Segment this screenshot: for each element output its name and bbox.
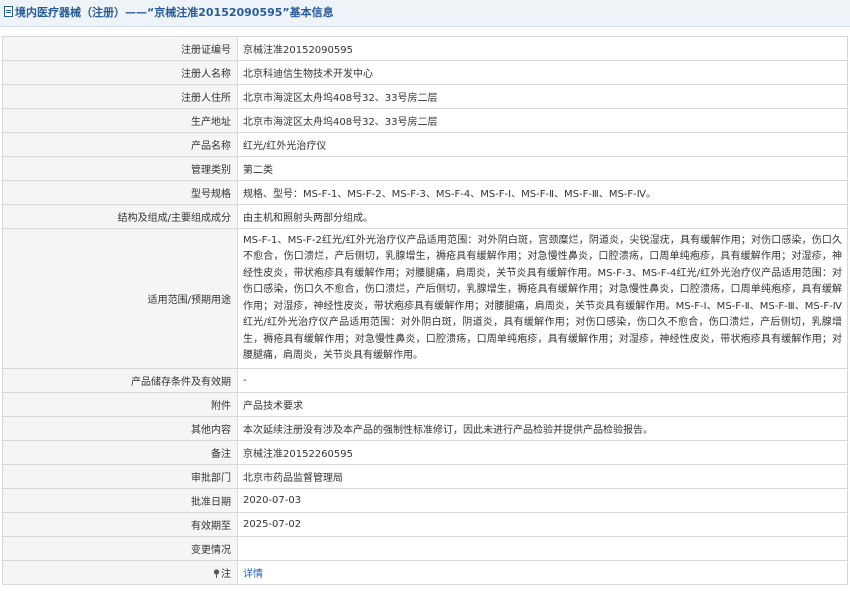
table-row-changes: 变更情况	[2, 536, 848, 561]
row-value: 京械注准20152090595	[237, 36, 848, 61]
table-row-registrant-name: 注册人名称 北京科迪信生物技术开发中心	[2, 60, 848, 85]
row-value: 北京市药品监督管理局	[237, 464, 848, 489]
row-value: 规格、型号：MS-F-1、MS-F-2、MS-F-3、MS-F-4、MS-F-Ⅰ…	[237, 180, 848, 205]
info-table-wrapper: 注册证编号 京械注准20152090595 注册人名称 北京科迪信生物技术开发中…	[0, 27, 850, 585]
row-label: 审批部门	[2, 464, 238, 489]
row-label: 备注	[2, 440, 238, 465]
table-row-approval-dept: 审批部门 北京市药品监督管理局	[2, 464, 848, 489]
table-row-registrant-address: 注册人住所 北京市海淀区太舟坞408号32、33号房二层	[2, 84, 848, 109]
table-row-approval-date: 批准日期 2020-07-03	[2, 488, 848, 513]
table-row-remarks: 备注 京械注准20152260595	[2, 440, 848, 465]
row-label: 结构及组成/主要组成成分	[2, 204, 238, 229]
row-value: 详情	[237, 560, 848, 585]
table-row-management-class: 管理类别 第二类	[2, 156, 848, 181]
table-row-product-name: 产品名称 红光/红外光治疗仪	[2, 132, 848, 157]
table-row-attachment: 附件 产品技术要求	[2, 392, 848, 417]
table-row-intended-use: 适用范围/预期用途 MS-F-1、MS-F-2红光/红外光治疗仪产品适用范围：对…	[2, 228, 848, 369]
table-row-storage: 产品储存条件及有效期 -	[2, 368, 848, 393]
row-label: 注册证编号	[2, 36, 238, 61]
table-row-production-address: 生产地址 北京市海淀区太舟坞408号32、33号房二层	[2, 108, 848, 133]
info-table: 注册证编号 京械注准20152090595 注册人名称 北京科迪信生物技术开发中…	[2, 36, 848, 585]
page-title: 境内医疗器械（注册）——“京械注准20152090595”基本信息	[15, 6, 334, 19]
row-value: 北京市海淀区太舟坞408号32、33号房二层	[237, 84, 848, 109]
table-row-registration-number: 注册证编号 京械注准20152090595	[2, 36, 848, 61]
row-value: 北京市海淀区太舟坞408号32、33号房二层	[237, 108, 848, 133]
row-label: 管理类别	[2, 156, 238, 181]
table-row-other-content: 其他内容 本次延续注册没有涉及本产品的强制性标准修订，因此未进行产品检验并提供产…	[2, 416, 848, 441]
row-value: 本次延续注册没有涉及本产品的强制性标准修订，因此未进行产品检验并提供产品检验报告…	[237, 416, 848, 441]
details-link[interactable]: 详情	[243, 569, 263, 580]
row-label: 附件	[2, 392, 238, 417]
row-value: 红光/红外光治疗仪	[237, 132, 848, 157]
page-title-bar: 境内医疗器械（注册）——“京械注准20152090595”基本信息	[0, 0, 850, 27]
table-row-note: 注 详情	[2, 560, 848, 585]
row-label: 其他内容	[2, 416, 238, 441]
row-value: 第二类	[237, 156, 848, 181]
pin-icon	[213, 569, 220, 578]
row-value: -	[237, 368, 848, 393]
row-label: 适用范围/预期用途	[2, 228, 238, 369]
row-label: 注册人住所	[2, 84, 238, 109]
row-value: 京械注准20152260595	[237, 440, 848, 465]
row-value	[237, 536, 848, 561]
table-row-model-spec: 型号规格 规格、型号：MS-F-1、MS-F-2、MS-F-3、MS-F-4、M…	[2, 180, 848, 205]
row-label: 变更情况	[2, 536, 238, 561]
row-label: 型号规格	[2, 180, 238, 205]
row-label: 有效期至	[2, 512, 238, 537]
table-row-valid-until: 有效期至 2025-07-02	[2, 512, 848, 537]
document-icon	[4, 6, 13, 17]
row-value: 北京科迪信生物技术开发中心	[237, 60, 848, 85]
row-value: MS-F-1、MS-F-2红光/红外光治疗仪产品适用范围：对外阴白斑，宫颈糜烂，…	[237, 228, 848, 369]
row-value: 2025-07-02	[237, 512, 848, 537]
row-value: 2020-07-03	[237, 488, 848, 513]
table-row-structure: 结构及组成/主要组成成分 由主机和照射头两部分组成。	[2, 204, 848, 229]
row-label: 批准日期	[2, 488, 238, 513]
row-value: 产品技术要求	[237, 392, 848, 417]
row-label: 注	[2, 560, 238, 585]
row-label: 注册人名称	[2, 60, 238, 85]
note-label: 注	[221, 569, 231, 580]
row-label: 生产地址	[2, 108, 238, 133]
row-label: 产品储存条件及有效期	[2, 368, 238, 393]
row-value: 由主机和照射头两部分组成。	[237, 204, 848, 229]
row-label: 产品名称	[2, 132, 238, 157]
